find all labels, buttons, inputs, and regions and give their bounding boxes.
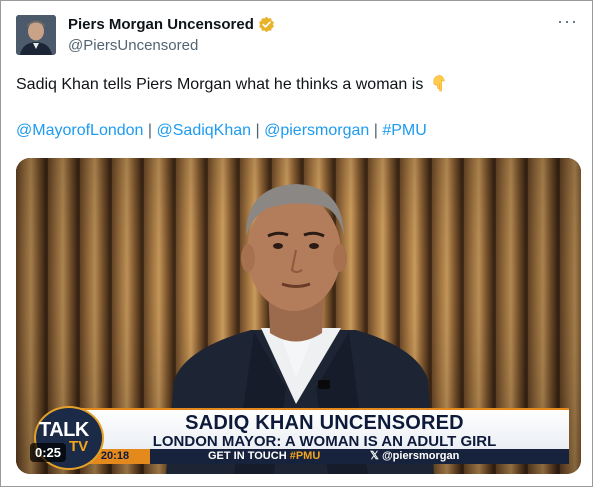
- verified-badge-icon[interactable]: [258, 16, 275, 33]
- author-handle[interactable]: @PiersUncensored: [68, 37, 275, 54]
- lower-third-graphic: TALK TV SADIQ KHAN UNCENSORED LONDON MAY…: [36, 407, 569, 468]
- get-in-touch-label: GET IN TOUCH: [208, 450, 287, 462]
- tweet-tags: @MayorofLondon | @SadiqKhan | @piersmorg…: [16, 122, 427, 140]
- avatar-image: [16, 15, 56, 55]
- tag-separator: |: [147, 122, 153, 139]
- video-headline: SADIQ KHAN UNCENSORED: [185, 412, 464, 434]
- tag-separator: |: [373, 122, 378, 139]
- author-name[interactable]: Piers Morgan Uncensored: [68, 16, 254, 33]
- video-timestamp: 0:25: [30, 443, 67, 462]
- ticker-bar: 20:18 GET IN TOUCH #PMU 𝕏 @piersmorgan: [80, 449, 569, 464]
- hashtag-pmu[interactable]: #PMU: [382, 122, 426, 139]
- more-options-icon[interactable]: ···: [557, 12, 578, 30]
- video-player[interactable]: TALK TV SADIQ KHAN UNCENSORED LONDON MAY…: [16, 158, 581, 474]
- pointing-down-hand-icon: [433, 75, 445, 92]
- tweet-body: Sadiq Khan tells Piers Morgan what he th…: [16, 76, 424, 93]
- video-subhead: LONDON MAYOR: A WOMAN IS AN ADULT GIRL: [152, 433, 497, 450]
- logo-tv-text: TV: [69, 438, 89, 455]
- get-in-touch-text: GET IN TOUCH #PMU: [208, 449, 320, 464]
- headline-banner: SADIQ KHAN UNCENSORED LONDON MAYOR: A WO…: [80, 408, 569, 452]
- ticker-x-handle: 𝕏 @piersmorgan: [370, 449, 459, 464]
- author-block: Piers Morgan Uncensored @PiersUncensored: [68, 14, 275, 54]
- mention-sadiqkhan[interactable]: @SadiqKhan: [157, 122, 252, 139]
- mention-piersmorgan[interactable]: @piersmorgan: [264, 122, 369, 139]
- tag-separator: |: [255, 122, 260, 139]
- avatar[interactable]: [16, 15, 56, 55]
- ticker-hashtag: #PMU: [289, 450, 321, 462]
- x-logo-icon: 𝕏: [370, 450, 379, 462]
- tweet-text: Sadiq Khan tells Piers Morgan what he th…: [16, 74, 448, 94]
- ticker-handle-text: @piersmorgan: [381, 450, 460, 462]
- mention-mayoroflondon[interactable]: @MayorofLondon: [16, 122, 143, 139]
- tweet-card: Piers Morgan Uncensored @PiersUncensored…: [0, 0, 593, 487]
- author-name-row: Piers Morgan Uncensored: [68, 14, 275, 34]
